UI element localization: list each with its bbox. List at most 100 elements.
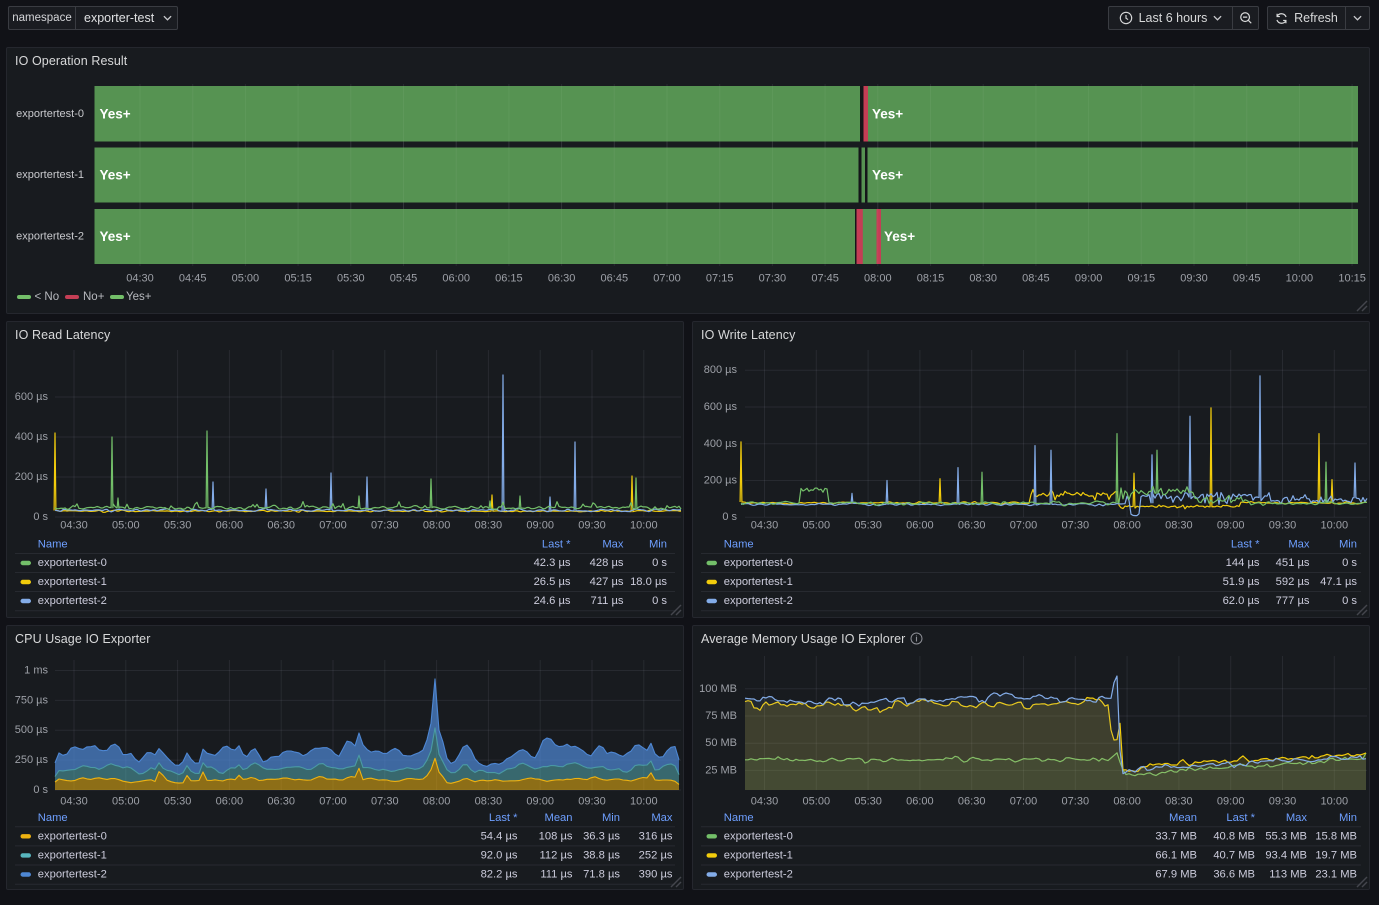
svg-text:07:00: 07:00 [319, 520, 347, 532]
svg-text:07:45: 07:45 [811, 273, 839, 285]
svg-text:04:45: 04:45 [179, 273, 207, 285]
svg-text:144 µs: 144 µs [1226, 557, 1260, 569]
svg-text:Yes+: Yes+ [872, 168, 903, 183]
svg-text:600 µs: 600 µs [15, 391, 49, 403]
svg-text:06:00: 06:00 [216, 796, 244, 808]
svg-text:exportertest-1: exportertest-1 [38, 849, 107, 861]
svg-text:Mean: Mean [1169, 812, 1197, 824]
svg-text:51.9 µs: 51.9 µs [1223, 576, 1260, 588]
svg-text:18.0 µs: 18.0 µs [630, 576, 667, 588]
svg-text:exportertest-2: exportertest-2 [724, 869, 793, 881]
svg-text:Max: Max [1288, 539, 1310, 551]
svg-text:09:00: 09:00 [1217, 796, 1245, 808]
svg-text:50 MB: 50 MB [705, 737, 737, 749]
svg-text:09:30: 09:30 [1269, 796, 1297, 808]
svg-text:07:30: 07:30 [1062, 520, 1090, 532]
svg-text:08:00: 08:00 [1113, 796, 1141, 808]
svg-text:24.6 µs: 24.6 µs [534, 595, 571, 607]
svg-text:09:30: 09:30 [1269, 520, 1297, 532]
svg-text:82.2 µs: 82.2 µs [481, 869, 518, 881]
svg-text:09:45: 09:45 [1233, 273, 1261, 285]
svg-text:06:30: 06:30 [267, 796, 295, 808]
svg-text:Max: Max [651, 812, 673, 824]
svg-text:0 s: 0 s [1342, 557, 1357, 569]
svg-text:33.7 MB: 33.7 MB [1155, 830, 1197, 842]
svg-text:200 µs: 200 µs [704, 475, 738, 487]
svg-text:Yes+: Yes+ [126, 291, 152, 303]
svg-text:09:00: 09:00 [526, 520, 554, 532]
svg-text:10:00: 10:00 [1321, 796, 1349, 808]
svg-text:exportertest-0: exportertest-0 [38, 557, 107, 569]
svg-text:Name: Name [38, 812, 68, 824]
svg-text:427 µs: 427 µs [590, 576, 624, 588]
svg-text:592 µs: 592 µs [1276, 576, 1310, 588]
svg-text:06:00: 06:00 [216, 520, 244, 532]
svg-text:711 µs: 711 µs [591, 595, 624, 607]
svg-text:06:00: 06:00 [442, 273, 470, 285]
svg-text:Last *: Last * [1231, 539, 1260, 551]
svg-text:Mean: Mean [545, 812, 573, 824]
svg-text:67.9 MB: 67.9 MB [1155, 869, 1197, 881]
svg-text:09:00: 09:00 [1217, 520, 1245, 532]
svg-text:40.7 MB: 40.7 MB [1213, 849, 1255, 861]
svg-text:No+: No+ [83, 291, 105, 303]
svg-text:05:30: 05:30 [854, 520, 882, 532]
svg-text:08:30: 08:30 [475, 796, 503, 808]
svg-text:i: i [915, 635, 917, 644]
svg-text:800 µs: 800 µs [704, 364, 738, 376]
svg-text:40.8 MB: 40.8 MB [1213, 830, 1255, 842]
svg-text:Max: Max [1286, 812, 1308, 824]
svg-text:Name: Name [724, 812, 754, 824]
svg-text:05:00: 05:00 [803, 520, 831, 532]
svg-text:05:00: 05:00 [112, 796, 140, 808]
svg-text:08:30: 08:30 [1165, 520, 1193, 532]
svg-text:390 µs: 390 µs [639, 869, 673, 881]
svg-text:exportertest-2: exportertest-2 [724, 595, 793, 607]
svg-text:66.1 MB: 66.1 MB [1155, 849, 1197, 861]
svg-text:06:00: 06:00 [906, 796, 934, 808]
svg-text:exportertest-1: exportertest-1 [724, 849, 793, 861]
svg-text:71.8 µs: 71.8 µs [583, 869, 620, 881]
svg-text:04:30: 04:30 [751, 520, 779, 532]
svg-text:07:30: 07:30 [371, 520, 399, 532]
svg-text:08:00: 08:00 [864, 273, 892, 285]
svg-text:Yes+: Yes+ [100, 229, 131, 244]
svg-text:55.3 MB: 55.3 MB [1265, 830, 1307, 842]
svg-text:36.6 MB: 36.6 MB [1213, 869, 1255, 881]
svg-text:451 µs: 451 µs [1276, 557, 1310, 569]
svg-text:05:30: 05:30 [164, 796, 192, 808]
svg-text:07:15: 07:15 [706, 273, 734, 285]
svg-text:0 s: 0 s [652, 595, 667, 607]
svg-text:Yes+: Yes+ [872, 106, 903, 121]
svg-text:Name: Name [724, 539, 754, 551]
svg-text:08:30: 08:30 [1165, 796, 1193, 808]
svg-text:36.3 µs: 36.3 µs [583, 830, 620, 842]
svg-text:08:15: 08:15 [917, 273, 945, 285]
svg-text:62.0 µs: 62.0 µs [1223, 595, 1260, 607]
svg-text:25 MB: 25 MB [705, 764, 737, 776]
svg-text:Yes+: Yes+ [884, 229, 915, 244]
svg-text:10:00: 10:00 [630, 796, 658, 808]
svg-text:252 µs: 252 µs [639, 849, 673, 861]
svg-text:0 s: 0 s [722, 511, 737, 523]
svg-text:09:15: 09:15 [1128, 273, 1156, 285]
svg-text:08:30: 08:30 [969, 273, 997, 285]
svg-text:Last *: Last * [1226, 812, 1255, 824]
svg-text:07:00: 07:00 [1010, 520, 1038, 532]
svg-text:05:45: 05:45 [390, 273, 418, 285]
svg-text:< No: < No [35, 291, 60, 303]
svg-text:exportertest-2: exportertest-2 [16, 231, 84, 243]
svg-text:777 µs: 777 µs [1276, 595, 1310, 607]
svg-text:05:00: 05:00 [232, 273, 260, 285]
svg-text:26.5 µs: 26.5 µs [534, 576, 571, 588]
svg-text:92.0 µs: 92.0 µs [481, 849, 518, 861]
svg-text:38.8 µs: 38.8 µs [583, 849, 620, 861]
svg-text:04:30: 04:30 [60, 520, 88, 532]
svg-text:06:15: 06:15 [495, 273, 523, 285]
svg-text:05:00: 05:00 [112, 520, 140, 532]
svg-text:06:30: 06:30 [958, 520, 986, 532]
svg-text:08:45: 08:45 [1022, 273, 1050, 285]
svg-text:05:00: 05:00 [803, 796, 831, 808]
svg-text:08:00: 08:00 [423, 520, 451, 532]
svg-text:05:30: 05:30 [164, 520, 192, 532]
